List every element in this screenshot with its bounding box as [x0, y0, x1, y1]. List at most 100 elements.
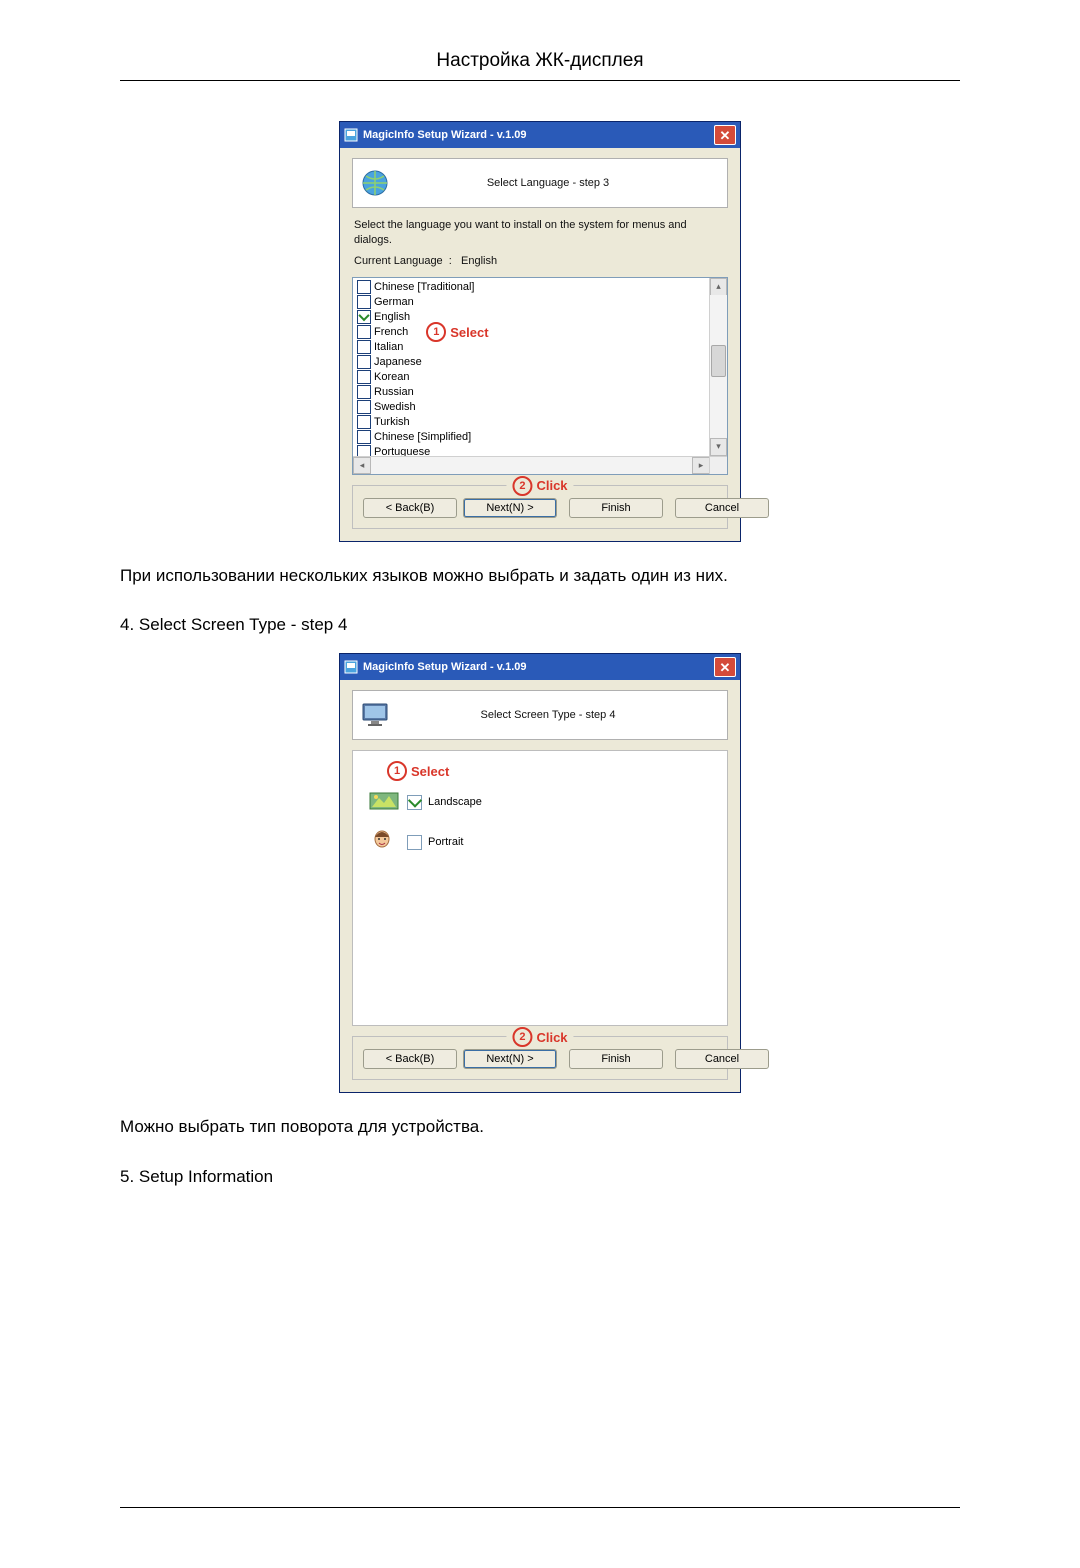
callout-number-2-icon: 2 — [512, 476, 532, 496]
scroll-up-icon[interactable]: ▴ — [710, 278, 727, 296]
finish-button[interactable]: Finish — [569, 1049, 663, 1069]
language-item[interactable]: Turkish — [355, 415, 707, 430]
body-text-after-step3: При использовании нескольких языков можн… — [120, 564, 960, 588]
next-button[interactable]: Next(N) > — [463, 1049, 557, 1069]
screen-type-panel: 1 Select Landscape — [352, 750, 728, 1026]
step4-title: Select Screen Type - step 4 — [407, 709, 719, 721]
globe-icon — [361, 169, 389, 197]
language-label: Swedish — [374, 401, 416, 413]
language-label: Italian — [374, 341, 403, 353]
horizontal-scrollbar[interactable]: ◂ ▸ — [353, 456, 710, 474]
language-item[interactable]: Italian — [355, 340, 707, 355]
language-checkbox[interactable] — [357, 430, 371, 444]
language-item[interactable]: Chinese [Traditional] — [355, 280, 707, 295]
next-button[interactable]: Next(N) > — [463, 498, 557, 518]
current-language-value: English — [461, 255, 497, 267]
language-label: Korean — [374, 371, 409, 383]
page-title: Настройка ЖК-дисплея — [120, 50, 960, 81]
language-label: German — [374, 296, 414, 308]
language-label: Portuguese — [374, 446, 430, 456]
language-label: Chinese [Simplified] — [374, 431, 471, 443]
current-language-label: Current Language — [354, 255, 443, 267]
vertical-scrollbar[interactable]: ▴ ▾ — [709, 278, 727, 456]
select-callout: 1 Select — [387, 761, 449, 781]
language-label: English — [374, 311, 410, 323]
language-item[interactable]: Russian — [355, 385, 707, 400]
language-listbox[interactable]: Chinese [Traditional] German English French… — [352, 277, 728, 475]
back-button[interactable]: < Back(B) — [363, 498, 457, 518]
titlebar: MagicInfo Setup Wizard - v.1.09 ✕ — [340, 654, 740, 680]
language-checkbox[interactable] — [357, 400, 371, 414]
select-callout-label: Select — [450, 325, 488, 340]
click-callout: 2 Click — [506, 1027, 573, 1047]
app-icon — [344, 660, 358, 674]
language-checkbox[interactable] — [357, 310, 371, 324]
language-item[interactable]: Japanese — [355, 355, 707, 370]
scroll-left-icon[interactable]: ◂ — [353, 457, 371, 474]
language-checkbox[interactable] — [357, 280, 371, 294]
wizard-step4: MagicInfo Setup Wizard - v.1.09 ✕ Select… — [339, 653, 741, 1093]
wizard-step3: MagicInfo Setup Wizard - v.1.09 ✕ Select… — [339, 121, 741, 542]
monitor-icon — [361, 701, 389, 729]
body-text-after-step4: Можно выбрать тип поворота для устройств… — [120, 1115, 960, 1139]
language-checkbox[interactable] — [357, 340, 371, 354]
scroll-right-icon[interactable]: ▸ — [692, 457, 710, 474]
language-checkbox[interactable] — [357, 370, 371, 384]
language-checkbox[interactable] — [357, 355, 371, 369]
finish-button[interactable]: Finish — [569, 498, 663, 518]
portrait-option[interactable]: Portrait — [369, 829, 717, 855]
select-callout-label: Select — [411, 764, 449, 779]
step3-title: Select Language - step 3 — [407, 177, 719, 189]
app-icon — [344, 128, 358, 142]
heading-step5: 5. Setup Information — [120, 1167, 960, 1187]
language-item[interactable]: Chinese [Simplified] — [355, 430, 707, 445]
landscape-checkbox[interactable] — [407, 795, 422, 810]
step-title-row: Select Screen Type - step 4 — [352, 690, 728, 740]
language-item[interactable]: Swedish — [355, 400, 707, 415]
language-label: French — [374, 326, 408, 338]
language-item[interactable]: Portuguese — [355, 445, 707, 456]
select-callout: 1 Select — [426, 322, 488, 342]
callout-number-1-icon: 1 — [387, 761, 407, 781]
close-icon[interactable]: ✕ — [714, 657, 736, 677]
language-label: Chinese [Traditional] — [374, 281, 474, 293]
step3-instruction: Select the language you want to install … — [354, 218, 726, 248]
language-checkbox[interactable] — [357, 325, 371, 339]
wizard-title: MagicInfo Setup Wizard - v.1.09 — [363, 129, 527, 141]
current-language-row: Current Language : English — [354, 254, 726, 269]
close-icon[interactable]: ✕ — [714, 125, 736, 145]
button-group: 2 Click < Back(B) Next(N) > Finish Cance… — [352, 1036, 728, 1080]
callout-number-2-icon: 2 — [512, 1027, 532, 1047]
language-label: Japanese — [374, 356, 422, 368]
language-item[interactable]: Korean — [355, 370, 707, 385]
scroll-thumb[interactable] — [711, 345, 726, 377]
language-checkbox[interactable] — [357, 445, 371, 456]
wizard-title: MagicInfo Setup Wizard - v.1.09 — [363, 661, 527, 673]
language-label: Turkish — [374, 416, 410, 428]
language-checkbox[interactable] — [357, 295, 371, 309]
landscape-option[interactable]: Landscape — [369, 789, 717, 815]
scroll-down-icon[interactable]: ▾ — [710, 438, 727, 456]
landscape-label: Landscape — [428, 796, 482, 808]
callout-number-1-icon: 1 — [426, 322, 446, 342]
scroll-corner — [709, 456, 727, 474]
cancel-button[interactable]: Cancel — [675, 498, 769, 518]
cancel-button[interactable]: Cancel — [675, 1049, 769, 1069]
footer-rule — [120, 1507, 960, 1508]
language-checkbox[interactable] — [357, 385, 371, 399]
titlebar: MagicInfo Setup Wizard - v.1.09 ✕ — [340, 122, 740, 148]
language-item[interactable]: English — [355, 310, 707, 325]
landscape-icon — [369, 789, 399, 815]
click-callout: 2 Click — [506, 476, 573, 496]
button-group: 2 Click < Back(B) Next(N) > Finish Cance… — [352, 485, 728, 529]
click-callout-label: Click — [536, 478, 567, 493]
back-button[interactable]: < Back(B) — [363, 1049, 457, 1069]
language-item[interactable]: German — [355, 295, 707, 310]
language-checkbox[interactable] — [357, 415, 371, 429]
language-item[interactable]: French 1 Select — [355, 325, 707, 340]
heading-step4: 4. Select Screen Type - step 4 — [120, 615, 960, 635]
click-callout-label: Click — [536, 1030, 567, 1045]
language-label: Russian — [374, 386, 414, 398]
portrait-icon — [369, 829, 399, 855]
portrait-checkbox[interactable] — [407, 835, 422, 850]
